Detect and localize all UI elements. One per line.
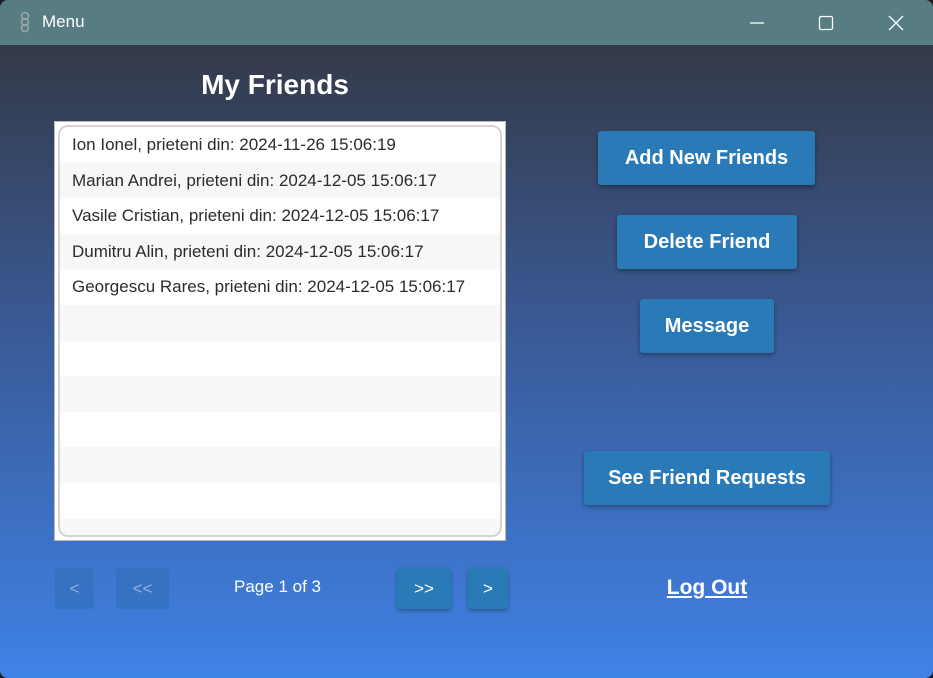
last-page-button[interactable]: >>: [397, 568, 451, 609]
list-item[interactable]: Vasile Cristian, prieteni din: 2024-12-0…: [60, 198, 500, 234]
list-item[interactable]: Ion Ionel, prieteni din: 2024-11-26 15:0…: [60, 127, 500, 163]
previous-page-button[interactable]: <: [55, 568, 94, 609]
main-content: My Friends Ion Ionel, prieteni din: 2024…: [0, 45, 933, 678]
see-friend-requests-button[interactable]: See Friend Requests: [584, 451, 830, 505]
list-item-empty[interactable]: [60, 518, 500, 535]
maximize-icon: [818, 15, 834, 30]
message-button[interactable]: Message: [640, 299, 774, 353]
add-new-friends-button[interactable]: Add New Friends: [598, 131, 815, 185]
list-item[interactable]: Georgescu Rares, prieteni din: 2024-12-0…: [60, 269, 500, 305]
window-title: Menu: [42, 12, 85, 31]
minimize-icon: [750, 21, 764, 24]
app-window: Menu My Friends Ion Ionel, prieteni din:…: [0, 0, 933, 678]
title-bar[interactable]: Menu: [0, 0, 933, 45]
list-item-empty[interactable]: [60, 447, 500, 483]
app-icon: [16, 11, 34, 33]
delete-friend-button[interactable]: Delete Friend: [617, 215, 797, 269]
list-item-empty[interactable]: [60, 482, 500, 519]
minimize-button[interactable]: [722, 0, 792, 45]
maximize-button[interactable]: [791, 0, 861, 45]
list-item[interactable]: Dumitru Alin, prieteni din: 2024-12-05 1…: [60, 233, 500, 270]
list-item-empty[interactable]: [60, 304, 500, 341]
page-indicator: Page 1 of 3: [234, 577, 321, 596]
list-item-empty[interactable]: [60, 411, 500, 448]
close-icon: [888, 15, 904, 30]
logout-link[interactable]: Log Out: [620, 576, 794, 600]
close-button[interactable]: [861, 0, 931, 45]
first-page-button[interactable]: <<: [116, 568, 169, 609]
page-title: My Friends: [201, 69, 349, 100]
next-page-button[interactable]: >: [468, 568, 508, 609]
friends-list-body: Ion Ionel, prieteni din: 2024-11-26 15:0…: [58, 125, 502, 537]
friends-list[interactable]: Ion Ionel, prieteni din: 2024-11-26 15:0…: [54, 121, 506, 541]
list-item-empty[interactable]: [60, 340, 500, 377]
list-item[interactable]: Marian Andrei, prieteni din: 2024-12-05 …: [60, 162, 500, 199]
list-item-empty[interactable]: [60, 376, 500, 412]
